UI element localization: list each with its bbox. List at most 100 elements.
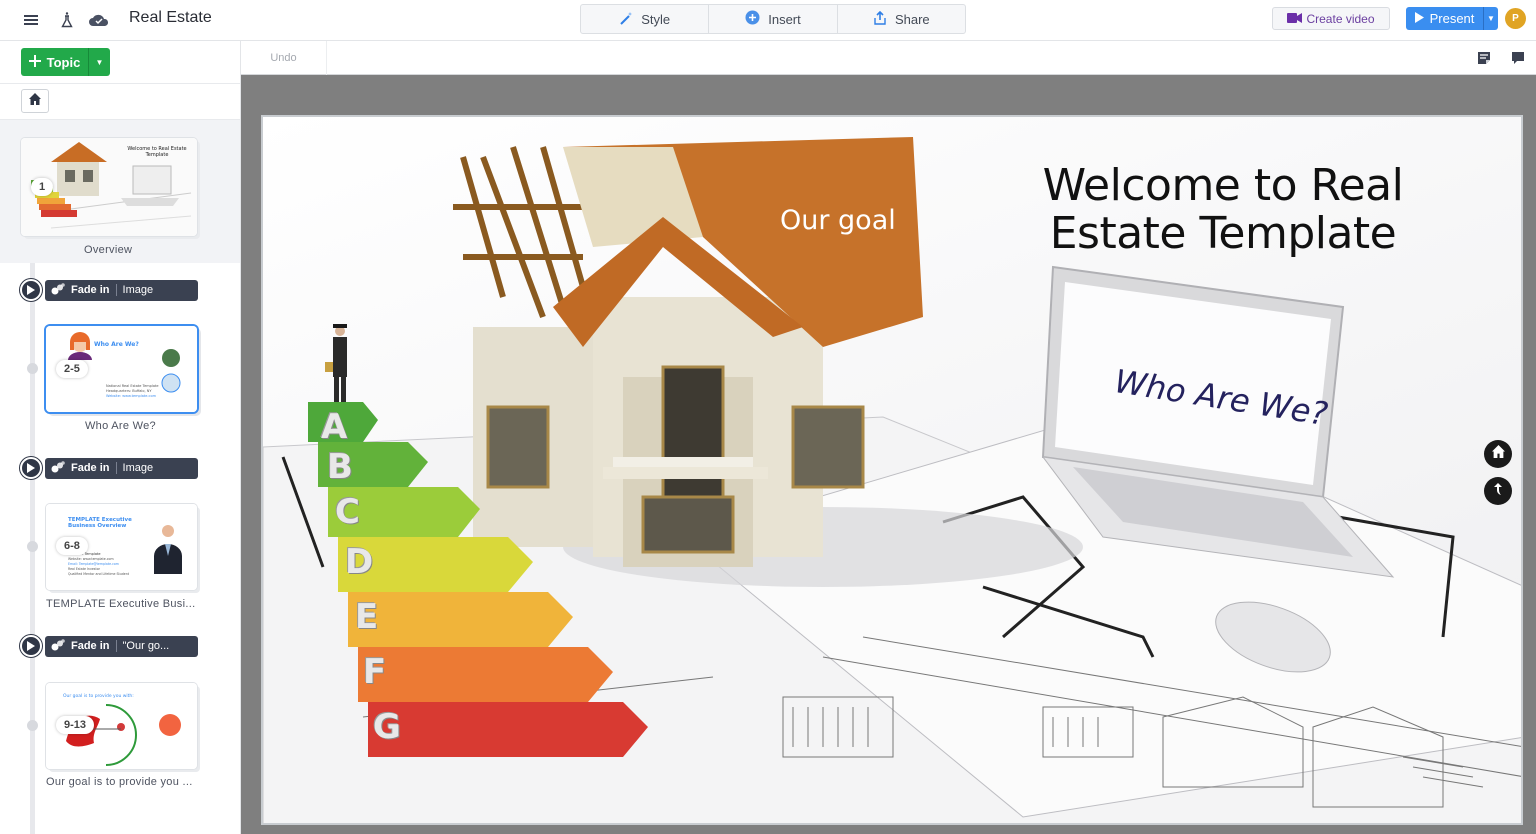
svg-text:Email: Template@template.com: Email: Template@template.com — [68, 562, 119, 566]
fade-icon — [51, 460, 65, 476]
play-icon — [1414, 11, 1424, 26]
topic-number-badge: 9-13 — [56, 716, 95, 734]
transition-item[interactable]: Fade in Image — [20, 457, 198, 479]
create-video-label: Create video — [1306, 11, 1375, 26]
energy-letter-f: F — [363, 652, 387, 692]
present-button-group: Present ▼ — [1406, 7, 1498, 30]
svg-text:Our goal is to provide you wit: Our goal is to provide you with: — [63, 693, 134, 699]
topic-label: TEMPLATE Executive Busi... — [46, 598, 196, 610]
energy-letter-b: B — [327, 447, 353, 487]
topic-thumbnail-executive[interactable]: TEMPLATE Executive Business Overview A. … — [46, 504, 197, 590]
canvas-toolbar: Undo — [241, 41, 1536, 75]
energy-letter-d: D — [345, 542, 374, 582]
plus-circle-icon — [745, 10, 760, 28]
timeline-dot — [27, 541, 38, 552]
fade-icon — [51, 282, 65, 298]
home-nav-button[interactable] — [1484, 440, 1512, 468]
present-button[interactable]: Present — [1406, 7, 1484, 30]
energy-bar-g — [368, 702, 648, 757]
energy-letter-a: A — [321, 407, 348, 447]
topic-thumbnail-overview[interactable]: Welcome to Real Estate Template 1 — [21, 138, 197, 236]
fade-icon — [51, 638, 65, 654]
add-topic-button[interactable]: Topic — [21, 48, 89, 76]
chevron-down-icon: ▼ — [1487, 14, 1495, 23]
transition-item[interactable]: Fade in "Our go... — [20, 635, 198, 657]
insert-button[interactable]: Insert — [709, 5, 838, 33]
plus-icon — [28, 54, 41, 70]
add-topic-button-group: Topic ▼ — [21, 48, 110, 76]
app-title[interactable]: Real Estate — [129, 9, 212, 27]
present-label: Present — [1429, 11, 1475, 26]
svg-text:Website: www.template.com: Website: www.template.com — [68, 557, 114, 561]
back-nav-button[interactable] — [1484, 477, 1512, 505]
topic-label: Who Are We? — [85, 420, 156, 432]
transition-target: Image — [122, 284, 154, 296]
transition-target: "Our go... — [122, 640, 170, 652]
home-icon — [1491, 445, 1505, 463]
energy-letter-g: G — [373, 707, 401, 747]
notes-icon[interactable] — [1476, 50, 1492, 66]
topic-number-badge: 2-5 — [56, 360, 88, 378]
topic-dropdown-button[interactable]: ▼ — [89, 48, 110, 76]
topic-label: Topic — [46, 54, 81, 70]
create-video-button[interactable]: Create video — [1272, 7, 1390, 30]
svg-text:Business Overview: Business Overview — [68, 523, 126, 529]
comment-icon[interactable] — [1510, 50, 1526, 66]
play-icon[interactable] — [20, 635, 42, 657]
separator — [115, 284, 117, 296]
play-icon[interactable] — [20, 457, 42, 479]
slide-title[interactable]: Welcome to Real Estate Template — [983, 162, 1463, 258]
insert-label: Insert — [768, 11, 801, 27]
avatar[interactable]: P — [1505, 8, 1526, 29]
transition-target: Image — [122, 462, 154, 474]
timeline-dot — [27, 720, 38, 731]
svg-text:Qualified Mentor and Lifetime: Qualified Mentor and Lifetime Student — [68, 572, 130, 576]
svg-text:Headquarters: Buffalo, NY: Headquarters: Buffalo, NY — [106, 389, 152, 393]
transition-pill[interactable]: Fade in Image — [45, 279, 198, 301]
separator — [115, 462, 117, 474]
chevron-down-icon: ▼ — [95, 57, 104, 67]
our-goal-text[interactable]: Our goal — [780, 205, 896, 236]
svg-text:Real Estate Investor: Real Estate Investor — [68, 567, 101, 571]
style-button[interactable]: Style — [581, 5, 710, 33]
share-upload-icon — [873, 10, 887, 28]
topic-thumbnail-our-goal[interactable]: Our goal is to provide you with: 9-13 — [46, 683, 197, 769]
transition-item[interactable]: Fade in Image — [20, 279, 198, 301]
lab-flask-icon[interactable] — [56, 9, 78, 31]
play-icon[interactable] — [20, 279, 42, 301]
undo-button[interactable]: Undo — [241, 41, 327, 75]
present-dropdown-button[interactable]: ▼ — [1484, 7, 1498, 30]
timeline-dot — [27, 363, 38, 374]
style-label: Style — [641, 11, 671, 27]
topic-label: Our goal is to provide you ... — [46, 776, 193, 788]
home-button[interactable] — [21, 89, 49, 113]
svg-text:Template: Template — [145, 152, 169, 158]
divider — [0, 83, 240, 84]
energy-bar-e — [348, 592, 573, 647]
svg-text:Website: www.template.com: Website: www.template.com — [106, 394, 157, 398]
slide[interactable]: ABCDEFG Our goal Welcome to Real Estate … — [261, 115, 1523, 825]
svg-text:National Real Estate Template: National Real Estate Template — [106, 384, 159, 388]
topic-thumbnail-who-are-we[interactable]: Who Are We? National Real Estate Templat… — [46, 326, 197, 412]
share-label: Share — [894, 11, 930, 27]
back-icon — [1492, 482, 1504, 501]
sidebar: Topic ▼ Welcome to Real Estate Template … — [0, 41, 241, 834]
cloud-saved-icon — [88, 9, 110, 31]
energy-bar-f — [358, 647, 613, 702]
transition-pill[interactable]: Fade in "Our go... — [45, 635, 198, 657]
menu-icon[interactable] — [20, 9, 42, 31]
magic-wand-icon — [619, 11, 633, 28]
home-icon — [29, 92, 41, 110]
transition-effect: Fade in — [71, 284, 110, 296]
energy-letter-c: C — [335, 492, 360, 532]
transition-effect: Fade in — [71, 462, 110, 474]
separator — [115, 640, 117, 652]
topic-label: Overview — [84, 244, 133, 256]
transition-pill[interactable]: Fade in Image — [45, 457, 198, 479]
video-camera-icon — [1287, 12, 1303, 26]
share-button[interactable]: Share — [838, 5, 965, 33]
energy-letter-e: E — [355, 597, 379, 637]
canvas-area: ABCDEFG Our goal Welcome to Real Estate … — [241, 75, 1536, 834]
topic-number-badge: 6-8 — [56, 537, 88, 555]
top-bar: Real Estate Style Insert Share Create vi… — [0, 0, 1536, 41]
